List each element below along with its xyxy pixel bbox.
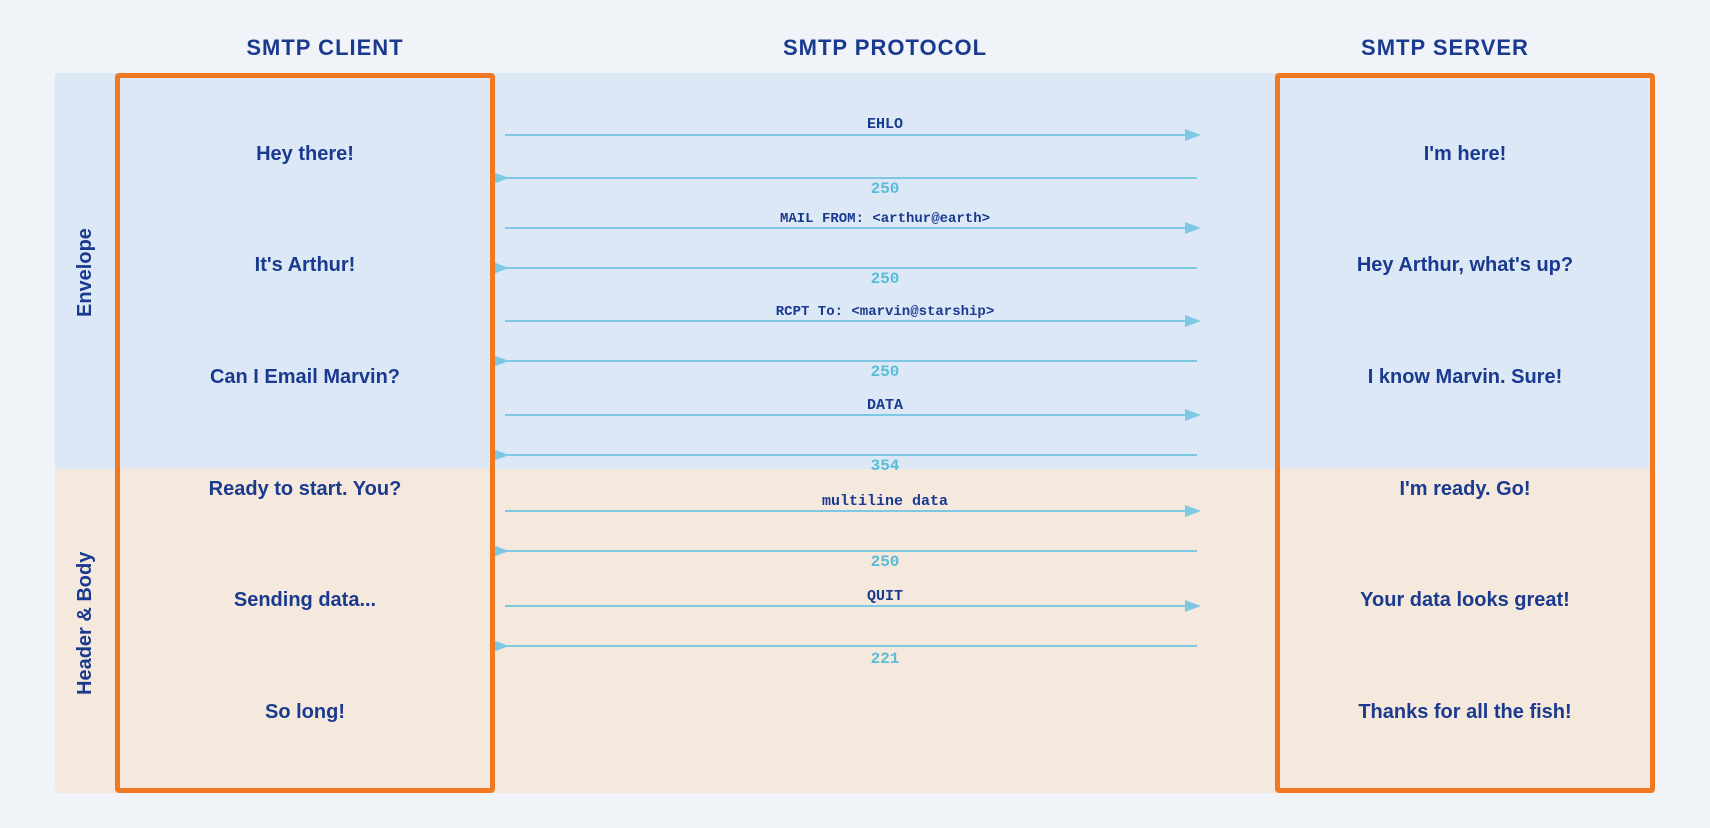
server-msg-2: I know Marvin. Sure! <box>1368 364 1562 390</box>
client-msg-3: Ready to start. You? <box>209 476 402 502</box>
protocol-area: EHLO 250 MAIL FROM: <arthur@earth> 250 R… <box>495 73 1275 793</box>
client-header-label: SMTP CLIENT <box>115 35 535 61</box>
server-msg-1: Hey Arthur, what's up? <box>1357 252 1573 278</box>
side-labels: Envelope Header & Body <box>55 73 115 793</box>
svg-text:354: 354 <box>871 457 900 475</box>
protocol-header-label: SMTP PROTOCOL <box>535 35 1235 61</box>
svg-text:DATA: DATA <box>867 397 903 414</box>
svg-text:250: 250 <box>871 180 900 198</box>
svg-text:RCPT To: <marvin@starship>: RCPT To: <marvin@starship> <box>776 304 994 320</box>
svg-text:250: 250 <box>871 270 900 288</box>
client-msg-0: Hey there! <box>256 141 354 167</box>
svg-text:EHLO: EHLO <box>867 116 903 133</box>
envelope-label: Envelope <box>74 93 97 453</box>
server-msg-4: Your data looks great! <box>1360 587 1570 613</box>
client-msg-4: Sending data... <box>234 587 376 613</box>
svg-text:MAIL FROM: <arthur@earth>: MAIL FROM: <arthur@earth> <box>780 211 990 227</box>
client-msg-5: So long! <box>265 699 345 725</box>
svg-text:multiline data: multiline data <box>822 493 948 510</box>
header-body-label: Header & Body <box>74 453 97 793</box>
server-msg-5: Thanks for all the fish! <box>1358 699 1571 725</box>
svg-text:221: 221 <box>871 650 900 668</box>
arrows-svg: EHLO 250 MAIL FROM: <arthur@earth> 250 R… <box>495 73 1275 793</box>
svg-text:250: 250 <box>871 553 900 571</box>
server-msg-3: I'm ready. Go! <box>1399 476 1530 502</box>
server-msg-0: I'm here! <box>1424 141 1507 167</box>
client-msg-2: Can I Email Marvin? <box>210 364 400 390</box>
columns-header: SMTP CLIENT SMTP PROTOCOL SMTP SERVER <box>55 35 1655 61</box>
server-box: I'm here! Hey Arthur, what's up? I know … <box>1275 73 1655 793</box>
diagram-wrapper: SMTP CLIENT SMTP PROTOCOL SMTP SERVER En… <box>55 35 1655 793</box>
svg-text:QUIT: QUIT <box>867 588 903 605</box>
svg-text:250: 250 <box>871 363 900 381</box>
main-content: Envelope Header & Body Hey there! It's A… <box>55 73 1655 793</box>
client-box: Hey there! It's Arthur! Can I Email Marv… <box>115 73 495 793</box>
client-msg-1: It's Arthur! <box>255 252 356 278</box>
server-header-label: SMTP SERVER <box>1235 35 1655 61</box>
